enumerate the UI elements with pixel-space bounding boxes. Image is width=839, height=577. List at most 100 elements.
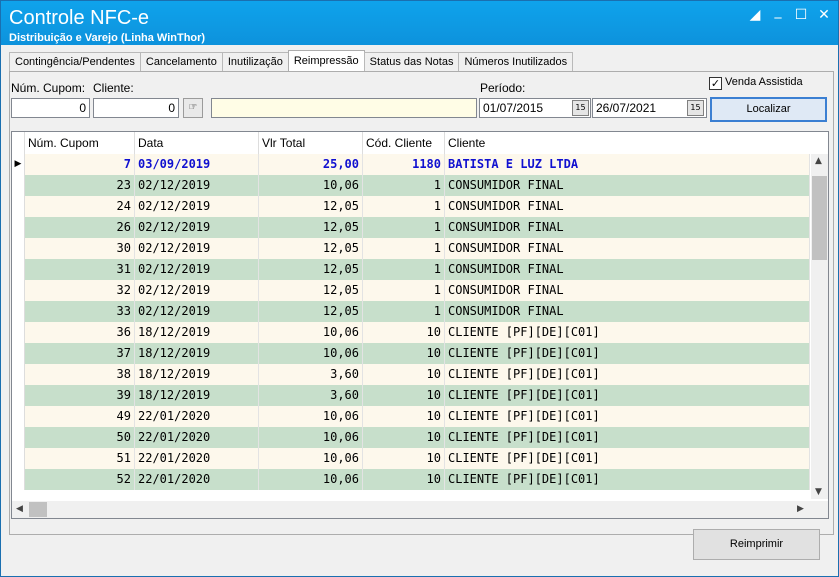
cell-num-cupom: 32: [25, 280, 135, 301]
table-row[interactable]: 24 02/12/2019 12,05 1 CONSUMIDOR FINAL: [12, 196, 810, 217]
localizar-button[interactable]: Localizar: [710, 97, 827, 122]
restore-window-icon[interactable]: ◢: [746, 7, 764, 23]
cell-cliente: CLIENTE [PF][DE][C01]: [445, 406, 810, 427]
vertical-scrollbar[interactable]: ▲ ▼: [811, 154, 828, 499]
table-row[interactable]: 51 22/01/2020 10,06 10 CLIENTE [PF][DE][C01]: [12, 448, 810, 469]
horizontal-scrollbar[interactable]: ◀ ▶: [12, 501, 828, 518]
cell-vlr-total: 12,05: [259, 259, 363, 280]
minimize-icon[interactable]: _: [769, 3, 787, 19]
table-row[interactable]: ▶ 7 03/09/2019 25,00 1180 BATISTA E LUZ LTDA: [12, 154, 810, 175]
cell-cod-cliente: 1: [363, 196, 445, 217]
table-row[interactable]: 38 18/12/2019 3,60 10 CLIENTE [PF][DE][C01]: [12, 364, 810, 385]
tab-numeros-inutilizados[interactable]: Números Inutilizados: [458, 52, 574, 71]
cell-data: 18/12/2019: [135, 322, 259, 343]
cell-cliente: CONSUMIDOR FINAL: [445, 238, 810, 259]
row-pointer-icon: ▶: [12, 154, 25, 175]
table-row[interactable]: 30 02/12/2019 12,05 1 CONSUMIDOR FINAL: [12, 238, 810, 259]
table-row[interactable]: 31 02/12/2019 12,05 1 CONSUMIDOR FINAL: [12, 259, 810, 280]
cell-vlr-total: 10,06: [259, 322, 363, 343]
cell-cod-cliente: 1: [363, 175, 445, 196]
calendar-from-icon[interactable]: 15: [572, 100, 589, 116]
cell-cliente: CLIENTE [PF][DE][C01]: [445, 364, 810, 385]
table-row[interactable]: 50 22/01/2020 10,06 10 CLIENTE [PF][DE][C01]: [12, 427, 810, 448]
table-row[interactable]: 32 02/12/2019 12,05 1 CONSUMIDOR FINAL: [12, 280, 810, 301]
cell-vlr-total: 12,05: [259, 301, 363, 322]
cell-data: 02/12/2019: [135, 259, 259, 280]
venda-assistida-label: Venda Assistida: [725, 76, 803, 88]
cliente-name-input[interactable]: [211, 98, 477, 118]
cell-cod-cliente: 10: [363, 427, 445, 448]
num-cupom-input[interactable]: 0: [11, 98, 90, 118]
cell-cliente: BATISTA E LUZ LTDA: [445, 154, 810, 175]
cell-data: 02/12/2019: [135, 217, 259, 238]
periodo-label: Período:: [480, 81, 526, 95]
tab-cancelamento[interactable]: Cancelamento: [139, 52, 223, 71]
cell-data: 02/12/2019: [135, 301, 259, 322]
cell-cod-cliente: 1: [363, 238, 445, 259]
tab-contingencia[interactable]: Contingência/Pendentes: [9, 52, 141, 71]
table-row[interactable]: 33 02/12/2019 12,05 1 CONSUMIDOR FINAL: [12, 301, 810, 322]
cell-cliente: CLIENTE [PF][DE][C01]: [445, 343, 810, 364]
horizontal-scroll-thumb[interactable]: [29, 502, 47, 517]
table-row[interactable]: 52 22/01/2020 10,06 10 CLIENTE [PF][DE][C01]: [12, 469, 810, 490]
cell-cliente: CONSUMIDOR FINAL: [445, 175, 810, 196]
scroll-down-icon[interactable]: ▼: [815, 487, 822, 497]
header-cod-cliente[interactable]: Cód. Cliente: [363, 132, 445, 154]
cell-cod-cliente: 10: [363, 364, 445, 385]
scroll-right-icon[interactable]: ▶: [797, 504, 804, 514]
cell-num-cupom: 38: [25, 364, 135, 385]
cell-cod-cliente: 10: [363, 469, 445, 490]
close-icon[interactable]: ✕: [815, 7, 833, 23]
cell-vlr-total: 12,05: [259, 238, 363, 259]
header-num-cupom[interactable]: Núm. Cupom: [25, 132, 135, 154]
reimprimir-button[interactable]: Reimprimir: [693, 529, 820, 560]
cell-num-cupom: 37: [25, 343, 135, 364]
cliente-code-input[interactable]: 0: [93, 98, 179, 118]
cell-vlr-total: 3,60: [259, 364, 363, 385]
tab-strip: Contingência/Pendentes Cancelamento Inut…: [9, 50, 574, 72]
title-bar: Controle NFC-e Distribuição e Varejo (Li…: [1, 1, 838, 45]
cell-data: 02/12/2019: [135, 280, 259, 301]
cell-num-cupom: 30: [25, 238, 135, 259]
scroll-left-icon[interactable]: ◀: [16, 504, 23, 514]
cell-num-cupom: 39: [25, 385, 135, 406]
cell-vlr-total: 12,05: [259, 196, 363, 217]
search-client-icon[interactable]: ☞: [183, 98, 203, 118]
tab-status-notas[interactable]: Status das Notas: [363, 52, 460, 71]
header-cliente[interactable]: Cliente: [445, 132, 810, 154]
row-indicator: [12, 448, 25, 469]
row-indicator: [12, 469, 25, 490]
header-vlr-total[interactable]: Vlr Total: [259, 132, 363, 154]
tab-reimpressao[interactable]: Reimpressão: [287, 50, 365, 71]
tab-inutilizacao[interactable]: Inutilização: [221, 52, 289, 71]
cell-cliente: CLIENTE [PF][DE][C01]: [445, 469, 810, 490]
cell-data: 22/01/2020: [135, 406, 259, 427]
table-row[interactable]: 36 18/12/2019 10,06 10 CLIENTE [PF][DE][C01]: [12, 322, 810, 343]
cell-cod-cliente: 1: [363, 217, 445, 238]
cell-vlr-total: 12,05: [259, 280, 363, 301]
row-indicator: [12, 175, 25, 196]
cell-cod-cliente: 1180: [363, 154, 445, 175]
cell-vlr-total: 10,06: [259, 406, 363, 427]
header-data[interactable]: Data: [135, 132, 259, 154]
row-indicator: [12, 322, 25, 343]
cell-num-cupom: 23: [25, 175, 135, 196]
scroll-up-icon[interactable]: ▲: [815, 156, 822, 166]
table-row[interactable]: 39 18/12/2019 3,60 10 CLIENTE [PF][DE][C01]: [12, 385, 810, 406]
cell-num-cupom: 33: [25, 301, 135, 322]
grid-rows: ▶ 7 03/09/2019 25,00 1180 BATISTA E LUZ LTDA 2…: [12, 154, 810, 490]
venda-assistida-checkbox[interactable]: ✓: [709, 77, 722, 90]
cell-num-cupom: 31: [25, 259, 135, 280]
table-row[interactable]: 37 18/12/2019 10,06 10 CLIENTE [PF][DE][C01]: [12, 343, 810, 364]
grid-header: Núm. Cupom Data Vlr Total Cód. Cliente C…: [12, 132, 810, 155]
vertical-scroll-thumb[interactable]: [812, 176, 827, 260]
table-row[interactable]: 26 02/12/2019 12,05 1 CONSUMIDOR FINAL: [12, 217, 810, 238]
calendar-to-icon[interactable]: 15: [687, 100, 704, 116]
cell-data: 03/09/2019: [135, 154, 259, 175]
cell-num-cupom: 50: [25, 427, 135, 448]
cell-cliente: CLIENTE [PF][DE][C01]: [445, 385, 810, 406]
table-row[interactable]: 23 02/12/2019 10,06 1 CONSUMIDOR FINAL: [12, 175, 810, 196]
cell-cod-cliente: 10: [363, 343, 445, 364]
maximize-icon[interactable]: ☐: [792, 7, 810, 23]
table-row[interactable]: 49 22/01/2020 10,06 10 CLIENTE [PF][DE][C01]: [12, 406, 810, 427]
